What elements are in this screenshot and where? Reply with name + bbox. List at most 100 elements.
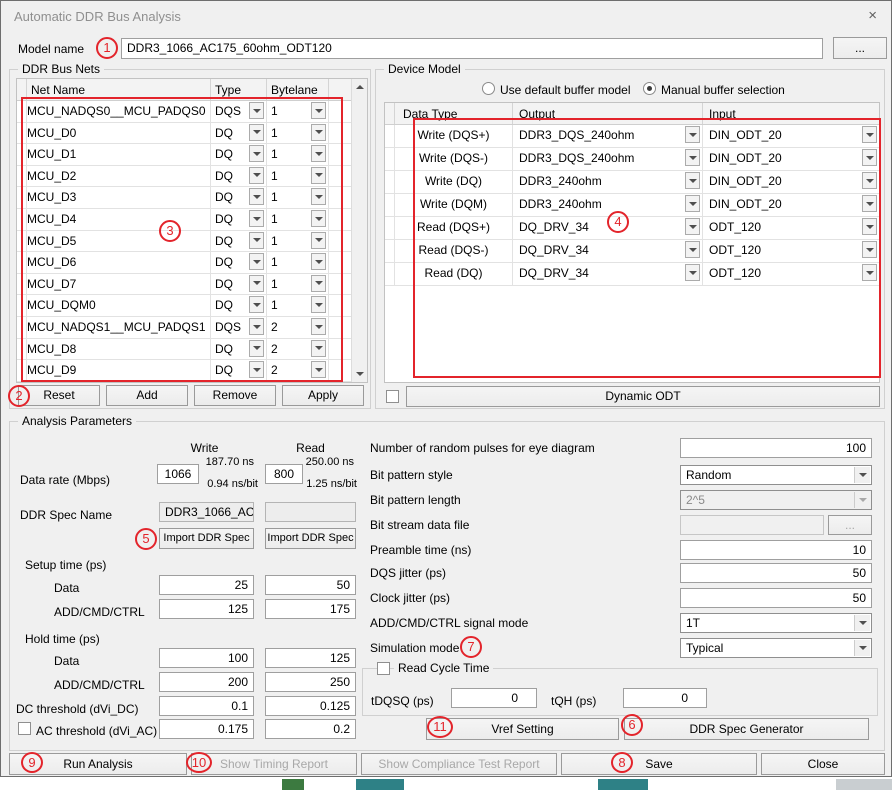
dynamic-odt-button[interactable]: Dynamic ODT [406, 386, 880, 407]
chevron-down-icon[interactable] [685, 172, 700, 189]
preamble-time-input[interactable]: 10 [680, 540, 872, 560]
signal-mode-select[interactable]: 1T [680, 613, 872, 633]
chevron-down-icon[interactable] [311, 232, 326, 249]
net-name-cell[interactable]: MCU_D9 [27, 360, 211, 382]
type-select[interactable]: DQ [211, 360, 267, 382]
chevron-down-icon[interactable] [685, 149, 700, 166]
chevron-down-icon[interactable] [249, 232, 264, 249]
net-name-cell[interactable]: MCU_NADQS0__MCU_PADQS0 [27, 101, 211, 123]
chevron-down-icon[interactable] [854, 615, 870, 631]
net-name-cell[interactable]: MCU_D6 [27, 252, 211, 274]
tqh-input[interactable]: 0 [623, 688, 707, 708]
chevron-down-icon[interactable] [249, 124, 264, 141]
type-select[interactable]: DQ [211, 231, 267, 253]
setup-data-write-input[interactable]: 25 [159, 575, 254, 595]
chevron-down-icon[interactable] [862, 126, 877, 143]
input-select[interactable]: DIN_ODT_20 [703, 171, 879, 194]
import-ddr-spec-read-button[interactable]: Import DDR Spec [265, 528, 356, 549]
dqs-jitter-input[interactable]: 50 [680, 563, 872, 583]
remove-button[interactable]: Remove [194, 385, 276, 406]
bytelane-select[interactable]: 1 [267, 166, 329, 188]
close-icon[interactable]: × [868, 7, 877, 24]
pulses-input[interactable]: 100 [680, 438, 872, 458]
setup-acc-write-input[interactable]: 125 [159, 599, 254, 619]
radio-manual-buffer-selection[interactable] [643, 82, 656, 95]
chevron-down-icon[interactable] [249, 318, 264, 335]
setup-acc-read-input[interactable]: 175 [265, 599, 356, 619]
model-browse-button[interactable]: ... [833, 37, 887, 59]
chevron-down-icon[interactable] [862, 195, 877, 212]
ac-threshold-write-input[interactable]: 0.175 [159, 719, 254, 739]
chevron-down-icon[interactable] [249, 361, 264, 378]
vref-setting-button[interactable]: Vref Setting [426, 718, 619, 740]
type-select[interactable]: DQ [211, 123, 267, 145]
type-select[interactable]: DQ [211, 209, 267, 231]
chevron-down-icon[interactable] [311, 210, 326, 227]
chevron-down-icon[interactable] [249, 145, 264, 162]
chevron-down-icon[interactable] [311, 361, 326, 378]
chevron-down-icon[interactable] [862, 172, 877, 189]
bytelane-select[interactable]: 1 [267, 295, 329, 317]
setup-data-read-input[interactable]: 50 [265, 575, 356, 595]
bytelane-select[interactable]: 1 [267, 187, 329, 209]
net-name-cell[interactable]: MCU_D5 [27, 231, 211, 253]
chevron-down-icon[interactable] [854, 640, 870, 656]
chevron-down-icon[interactable] [311, 275, 326, 292]
add-button[interactable]: Add [106, 385, 188, 406]
chevron-down-icon[interactable] [249, 340, 264, 357]
chevron-down-icon[interactable] [862, 149, 877, 166]
dc-threshold-write-input[interactable]: 0.1 [159, 696, 254, 716]
net-name-cell[interactable]: MCU_DQM0 [27, 295, 211, 317]
chevron-down-icon[interactable] [862, 218, 877, 235]
input-select[interactable]: ODT_120 [703, 263, 879, 286]
bytelane-select[interactable]: 1 [267, 144, 329, 166]
type-select[interactable]: DQ [211, 274, 267, 296]
hold-data-write-input[interactable]: 100 [159, 648, 254, 668]
chevron-down-icon[interactable] [854, 467, 870, 483]
tdqsq-input[interactable]: 0 [451, 688, 537, 708]
bytelane-select[interactable]: 1 [267, 252, 329, 274]
type-select[interactable]: DQ [211, 166, 267, 188]
dynamic-odt-checkbox[interactable] [386, 390, 399, 403]
model-name-input[interactable]: DDR3_1066_AC175_60ohm_ODT120 [121, 38, 823, 59]
bytelane-select[interactable]: 1 [267, 123, 329, 145]
bytelane-select[interactable]: 1 [267, 231, 329, 253]
vertical-scrollbar[interactable] [351, 79, 367, 382]
bytelane-select[interactable]: 2 [267, 339, 329, 361]
chevron-down-icon[interactable] [685, 241, 700, 258]
output-select[interactable]: DDR3_DQS_240ohm [513, 125, 703, 148]
input-select[interactable]: ODT_120 [703, 217, 879, 240]
chevron-down-icon[interactable] [311, 318, 326, 335]
scroll-up-icon[interactable] [352, 79, 367, 95]
output-select[interactable]: DQ_DRV_34 [513, 263, 703, 286]
chevron-down-icon[interactable] [862, 241, 877, 258]
ac-threshold-read-input[interactable]: 0.2 [265, 719, 356, 739]
chevron-down-icon[interactable] [249, 167, 264, 184]
radio-manual-label[interactable]: Manual buffer selection [661, 83, 785, 97]
net-name-cell[interactable]: MCU_D0 [27, 123, 211, 145]
output-select[interactable]: DDR3_DQS_240ohm [513, 148, 703, 171]
net-name-cell[interactable]: MCU_D4 [27, 209, 211, 231]
bytelane-select[interactable]: 1 [267, 209, 329, 231]
chevron-down-icon[interactable] [311, 102, 326, 119]
chevron-down-icon[interactable] [311, 167, 326, 184]
net-name-cell[interactable]: MCU_D2 [27, 166, 211, 188]
bit-pattern-style-select[interactable]: Random [680, 465, 872, 485]
type-select[interactable]: DQS [211, 317, 267, 339]
ac-threshold-checkbox[interactable] [18, 722, 31, 735]
clock-jitter-input[interactable]: 50 [680, 588, 872, 608]
read-cycle-time-checkbox[interactable] [377, 662, 390, 675]
chevron-down-icon[interactable] [249, 210, 264, 227]
chevron-down-icon[interactable] [685, 126, 700, 143]
import-ddr-spec-write-button[interactable]: Import DDR Spec [159, 528, 254, 549]
hold-acc-read-input[interactable]: 250 [265, 672, 356, 692]
chevron-down-icon[interactable] [311, 145, 326, 162]
radio-use-default-buffer-model[interactable] [482, 82, 495, 95]
bytelane-select[interactable]: 2 [267, 317, 329, 339]
net-name-cell[interactable]: MCU_D3 [27, 187, 211, 209]
save-button[interactable]: Save [561, 753, 757, 775]
ddr-spec-name-write-field[interactable]: DDR3_1066_AC17 [159, 502, 254, 522]
chevron-down-icon[interactable] [311, 296, 326, 313]
chevron-down-icon[interactable] [249, 275, 264, 292]
chevron-down-icon[interactable] [311, 253, 326, 270]
